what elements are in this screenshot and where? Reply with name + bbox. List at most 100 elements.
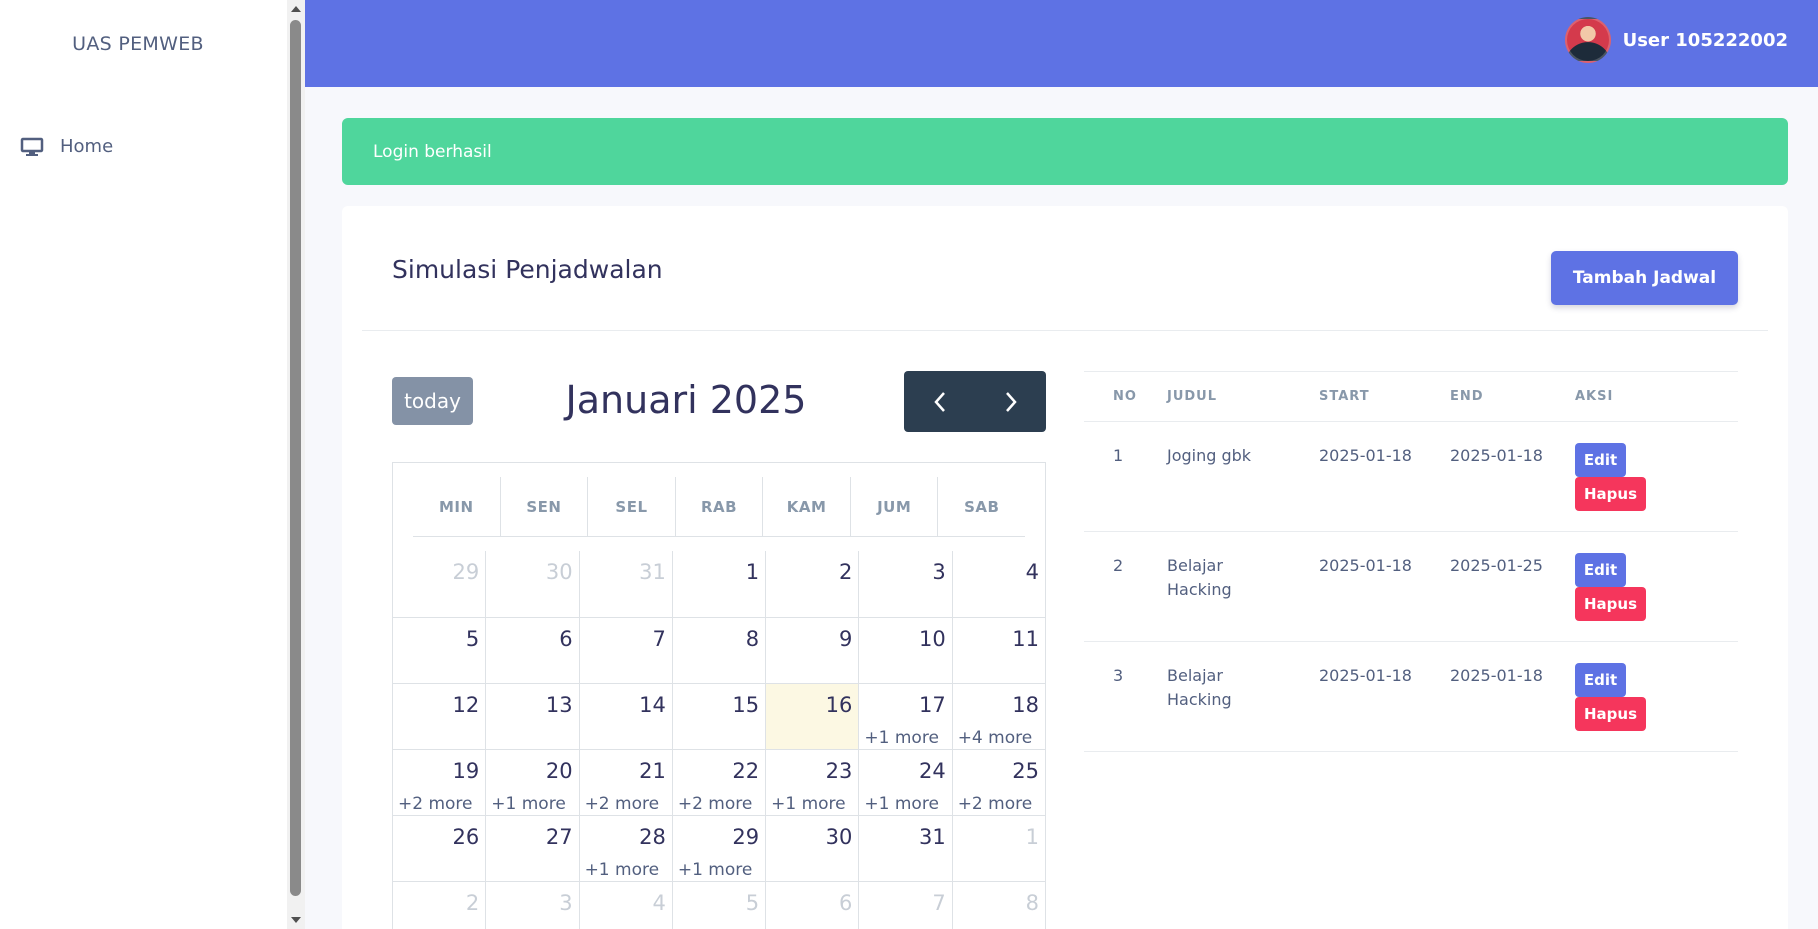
day-number[interactable]: 28 — [639, 825, 666, 849]
calendar-day[interactable]: 1 — [673, 551, 767, 617]
day-number[interactable]: 22 — [732, 759, 759, 783]
avatar[interactable] — [1564, 17, 1611, 63]
sidebar-scrollbar[interactable] — [287, 0, 305, 929]
day-number[interactable]: 12 — [453, 693, 480, 717]
more-events-link[interactable]: +2 more — [678, 794, 753, 814]
day-number[interactable]: 6 — [559, 627, 572, 651]
calendar-day[interactable]: 24 +1 more — [859, 750, 953, 815]
scroll-thumb[interactable] — [290, 20, 301, 896]
calendar-day[interactable]: 4 — [580, 882, 673, 929]
calendar-day[interactable]: 27 — [486, 816, 580, 881]
more-events-link[interactable]: +4 more — [958, 728, 1033, 748]
day-number[interactable]: 31 — [639, 560, 666, 584]
calendar-day[interactable]: 30 — [486, 551, 580, 617]
day-number[interactable]: 14 — [639, 693, 666, 717]
day-number[interactable]: 5 — [466, 627, 479, 651]
day-number[interactable]: 20 — [546, 759, 573, 783]
today-button[interactable]: today — [392, 377, 473, 425]
calendar-day[interactable]: 20 +1 more — [486, 750, 580, 815]
calendar-day[interactable]: 30 — [766, 816, 860, 881]
prev-month-button[interactable] — [904, 371, 975, 432]
day-number[interactable]: 7 — [932, 891, 945, 915]
calendar-day[interactable]: 19 +2 more — [393, 750, 487, 815]
day-number[interactable]: 13 — [546, 693, 573, 717]
day-number[interactable]: 23 — [826, 759, 853, 783]
more-events-link[interactable]: +1 more — [771, 794, 846, 814]
day-number[interactable]: 1 — [746, 560, 759, 584]
day-number[interactable]: 16 — [826, 693, 853, 717]
calendar-day[interactable]: 3 — [859, 551, 953, 617]
day-number[interactable]: 9 — [839, 627, 852, 651]
more-events-link[interactable]: +1 more — [678, 860, 753, 880]
day-number[interactable]: 3 — [932, 560, 945, 584]
calendar-day[interactable]: 31 — [859, 816, 953, 881]
day-number[interactable]: 25 — [1012, 759, 1039, 783]
calendar-day[interactable]: 18 +4 more — [953, 684, 1045, 749]
calendar-day[interactable]: 29 +1 more — [673, 816, 767, 881]
day-number[interactable]: 31 — [919, 825, 946, 849]
calendar-day[interactable]: 26 — [393, 816, 487, 881]
calendar-day[interactable]: 7 — [859, 882, 953, 929]
edit-button[interactable]: Edit — [1575, 443, 1626, 477]
edit-button[interactable]: Edit — [1575, 553, 1626, 587]
scroll-up-arrow-icon[interactable] — [287, 0, 305, 18]
day-number[interactable]: 24 — [919, 759, 946, 783]
more-events-link[interactable]: +1 more — [491, 794, 566, 814]
calendar-day[interactable]: 6 — [486, 618, 580, 683]
day-number[interactable]: 29 — [453, 560, 480, 584]
calendar-day[interactable]: 6 — [766, 882, 860, 929]
day-number[interactable]: 8 — [1026, 891, 1039, 915]
scroll-down-arrow-icon[interactable] — [287, 911, 305, 929]
edit-button[interactable]: Edit — [1575, 663, 1626, 697]
calendar-day[interactable]: 2 — [393, 882, 487, 929]
day-number[interactable]: 18 — [1012, 693, 1039, 717]
calendar-day[interactable]: 31 — [580, 551, 673, 617]
calendar-day[interactable]: 13 — [486, 684, 580, 749]
user-name[interactable]: User 105222002 — [1623, 30, 1788, 51]
day-number[interactable]: 2 — [466, 891, 479, 915]
calendar-day[interactable]: 14 — [580, 684, 673, 749]
more-events-link[interactable]: +1 more — [585, 860, 660, 880]
calendar-day-today[interactable]: 16 — [766, 684, 860, 749]
brand-title[interactable]: UAS PEMWEB — [0, 33, 276, 55]
calendar-day[interactable]: 5 — [673, 882, 767, 929]
add-schedule-button[interactable]: Tambah Jadwal — [1551, 251, 1738, 305]
calendar-day[interactable]: 23 +1 more — [766, 750, 860, 815]
calendar-day[interactable]: 2 — [766, 551, 860, 617]
delete-button[interactable]: Hapus — [1575, 477, 1646, 511]
delete-button[interactable]: Hapus — [1575, 587, 1646, 621]
more-events-link[interactable]: +1 more — [864, 728, 939, 748]
day-number[interactable]: 29 — [732, 825, 759, 849]
calendar-day[interactable]: 5 — [393, 618, 487, 683]
calendar-day[interactable]: 8 — [953, 882, 1045, 929]
calendar-day[interactable]: 9 — [766, 618, 860, 683]
calendar-day[interactable]: 21 +2 more — [580, 750, 673, 815]
day-number[interactable]: 5 — [746, 891, 759, 915]
day-number[interactable]: 1 — [1026, 825, 1039, 849]
day-number[interactable]: 26 — [453, 825, 480, 849]
calendar-day[interactable]: 10 — [859, 618, 953, 683]
calendar-day[interactable]: 22 +2 more — [673, 750, 767, 815]
day-number[interactable]: 4 — [1026, 560, 1039, 584]
day-number[interactable]: 7 — [652, 627, 665, 651]
calendar-day[interactable]: 11 — [953, 618, 1045, 683]
more-events-link[interactable]: +1 more — [864, 794, 939, 814]
calendar-day[interactable]: 8 — [673, 618, 767, 683]
day-number[interactable]: 8 — [746, 627, 759, 651]
more-events-link[interactable]: +2 more — [958, 794, 1033, 814]
day-number[interactable]: 2 — [839, 560, 852, 584]
day-number[interactable]: 17 — [919, 693, 946, 717]
day-number[interactable]: 6 — [839, 891, 852, 915]
user-menu[interactable]: User 105222002 — [1564, 17, 1788, 63]
calendar-day[interactable]: 12 — [393, 684, 487, 749]
next-month-button[interactable] — [975, 371, 1046, 432]
calendar-day[interactable]: 29 — [393, 551, 487, 617]
day-number[interactable]: 10 — [919, 627, 946, 651]
day-number[interactable]: 27 — [546, 825, 573, 849]
calendar-day[interactable]: 4 — [953, 551, 1045, 617]
day-number[interactable]: 4 — [652, 891, 665, 915]
day-number[interactable]: 11 — [1012, 627, 1039, 651]
calendar-day[interactable]: 1 — [953, 816, 1045, 881]
calendar-day[interactable]: 28 +1 more — [580, 816, 673, 881]
day-number[interactable]: 15 — [732, 693, 759, 717]
